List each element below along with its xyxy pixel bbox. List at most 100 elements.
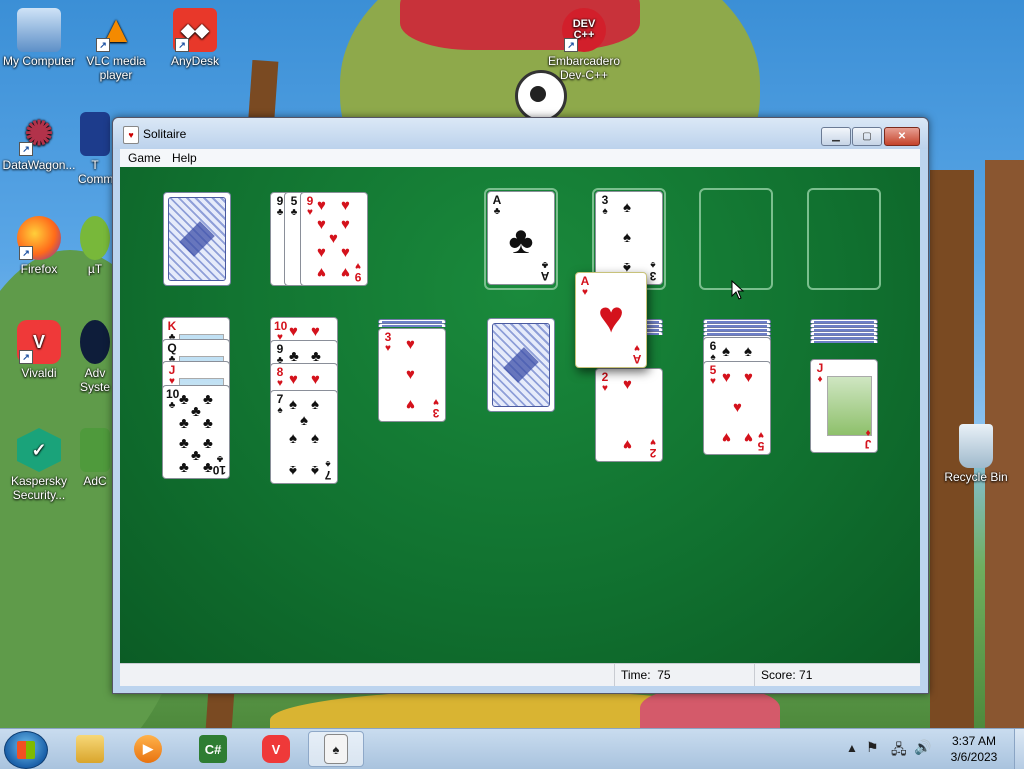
desktop-icon-my-computer[interactable]: My Computer (1, 8, 77, 68)
solitaire-app-icon: ♥ (123, 126, 139, 144)
desktop-icon-label: Vivaldi (21, 366, 57, 380)
show-hidden-icons-icon[interactable]: ▲ (846, 741, 858, 755)
tableau-card[interactable]: J ♦ J ♦ (810, 359, 878, 453)
taskbar-media-player[interactable]: ▶ (120, 731, 176, 767)
waste-top-card[interactable]: 9 ♥ ♥ ♥ ♥ ♥ ♥ ♥ ♥ ♥ ♥ 9 ♥ (300, 192, 368, 286)
vlc-cone-icon: ▲ ↗ (96, 9, 135, 52)
shortcut-arrow-icon: ↗ (96, 38, 110, 52)
desktop-icon-label: µT (87, 262, 103, 276)
desktop-icon-vivaldi[interactable]: V ↗ Vivaldi (1, 320, 77, 380)
taskbar-vivaldi[interactable]: V (248, 731, 304, 767)
tableau-card[interactable]: 2 ♥ ♥ ♥ 2 ♥ (595, 368, 663, 462)
folder-icon (76, 735, 104, 763)
desktop-icon-datawagon[interactable]: ✺ ↗ DataWagon... (1, 112, 77, 172)
foundation-card-2[interactable]: 3 ♠ ♠ ♠ ♠ 3 ♠ (595, 191, 663, 285)
status-bar: Time: 75 Score: 71 (120, 663, 920, 686)
time-value: 75 (657, 668, 671, 682)
desktop-icon-label: AdC (83, 474, 107, 488)
clock-time: 3:37 AM (951, 734, 997, 748)
desktop-icon-recycle-bin[interactable]: Recycle Bin (938, 424, 1014, 484)
volume-icon[interactable]: 🔊 (914, 739, 931, 756)
game-table[interactable]: 9 ♣ 5 ♣ 9 ♥ ♥ ♥ ♥ ♥ ♥ ♥ ♥ ♥ ♥ 9 ♥ A ♣ ♣ A ♣ 3 ♠… (120, 167, 920, 663)
system-clock[interactable]: 3:37 AM 3/6/2023 (939, 733, 1009, 765)
vivaldi-icon: V (262, 735, 290, 763)
desktop-icon-label: Firefox (20, 262, 58, 276)
vivaldi-icon: V ↗ (17, 320, 61, 364)
recycle-bin-icon (959, 424, 993, 468)
network-icon[interactable]: 🖧 (891, 739, 907, 763)
taskbar-csharp-ide[interactable]: C# (185, 731, 241, 767)
menu-help[interactable]: Help (172, 151, 197, 165)
solitaire-window: ♥ Solitaire ▁ ▢ ✕ Game Help 9 ♣ 5 ♣ 9 ♥ ♥ ♥… (112, 117, 929, 694)
shortcut-arrow-icon: ↗ (564, 38, 578, 52)
tableau-face-down-card[interactable] (487, 318, 555, 412)
floppy-icon (80, 112, 110, 156)
menu-bar: Game Help (120, 149, 920, 167)
kaspersky-shield-icon: ✓ (17, 428, 61, 472)
wallpaper-pupil (530, 86, 546, 102)
desktop-icon-anydesk[interactable]: ◆◆ ↗ AnyDesk (157, 8, 233, 68)
desktop-icon-label: T Comm (78, 158, 112, 186)
utorrent-icon (80, 216, 110, 260)
taskbar: ▶ C# V ♠ ▲ ⚑ 🖧 🔊 3:37 AM 3/6/2023 (0, 728, 1024, 769)
desktop-icon-vlc[interactable]: ▲ ↗ VLC media player (78, 8, 154, 82)
taskbar-solitaire[interactable]: ♠ (308, 731, 364, 767)
devcpp-icon: DEV C++ ↗ (562, 8, 606, 52)
advanced-system-care-icon (80, 320, 110, 364)
stock-pile[interactable] (163, 192, 231, 286)
close-button[interactable]: ✕ (884, 127, 920, 146)
computer-icon (17, 8, 61, 52)
score-value: 71 (799, 668, 813, 682)
desktop-icon-label: AnyDesk (170, 54, 220, 68)
time-display: Time: 75 (614, 664, 751, 686)
desktop-icon-devcpp[interactable]: DEV C++ ↗ Embarcadero Dev-C++ (546, 8, 622, 82)
face-down-card-edge (378, 323, 446, 327)
tableau-card[interactable]: 3 ♥ ♥ ♥ ♥ 3 ♥ (378, 328, 446, 422)
shortcut-arrow-icon: ↗ (175, 38, 189, 52)
maximize-button[interactable]: ▢ (852, 127, 882, 146)
foundation-slot-4[interactable] (807, 188, 881, 290)
foundation-card-1[interactable]: A ♣ ♣ A ♣ (487, 191, 555, 285)
dragging-card[interactable]: A ♥ ♥ A ♥ (575, 272, 647, 368)
desktop-icon-firefox[interactable]: ↗ Firefox (1, 216, 77, 276)
desktop-icon-kaspersky[interactable]: ✓ Kaspersky Security... (1, 428, 77, 502)
shortcut-arrow-icon: ↗ (19, 246, 33, 260)
action-center-flag-icon[interactable]: ⚑ (866, 739, 879, 756)
minimize-button[interactable]: ▁ (821, 127, 851, 146)
tableau-card[interactable]: 7 ♠ ♠ ♠ ♠ ♠ ♠ ♠ ♠ 7 ♠ (270, 390, 338, 484)
tableau-card[interactable]: 10 ♣ ♣ ♣ ♣ ♣ ♣ ♣ ♣ ♣ ♣ ♣ 10 ♣ (162, 385, 230, 479)
desktop-icon-label: Adv Syste (79, 366, 110, 394)
datawagon-icon: ✺ ↗ (17, 112, 61, 156)
anydesk-icon: ◆◆ ↗ (173, 8, 217, 52)
menu-game[interactable]: Game (128, 151, 161, 165)
desktop-icon-label: My Computer (2, 54, 76, 68)
taskbar-explorer[interactable] (62, 731, 118, 767)
window-title: Solitaire (143, 127, 187, 141)
desktop-icon-advanced-system[interactable]: Adv Syste (78, 320, 112, 394)
clock-date: 3/6/2023 (950, 750, 998, 764)
solitaire-cards-icon: ♠ (324, 734, 348, 764)
show-desktop-button[interactable] (1014, 729, 1024, 769)
mouse-cursor-icon (731, 280, 745, 300)
desktop-icon-adc[interactable]: AdC (78, 428, 112, 488)
adc-icon (80, 428, 110, 472)
start-button[interactable] (4, 731, 48, 769)
desktop-icon-utorrent[interactable]: µT (78, 216, 112, 276)
csharp-icon: C# (199, 735, 227, 763)
foundation-slot-3[interactable] (699, 188, 773, 290)
wallpaper-shoe (640, 688, 780, 728)
desktop-icon-label: Recycle Bin (944, 470, 1008, 484)
desktop-icon-label: Embarcadero Dev-C++ (547, 54, 621, 82)
face-down-card-edge (810, 339, 878, 343)
tableau-card[interactable]: 5 ♥ ♥ ♥ ♥ ♥ ♥ 5 ♥ (703, 361, 771, 455)
windows-logo-icon (17, 741, 35, 759)
desktop-icon-label: VLC media player (86, 54, 146, 82)
desktop-icon-label: DataWagon... (2, 158, 76, 172)
shortcut-arrow-icon: ↗ (19, 350, 33, 364)
desktop-icon-tcomm[interactable]: T Comm (78, 112, 112, 186)
media-player-icon: ▶ (134, 735, 162, 763)
shortcut-arrow-icon: ↗ (19, 142, 33, 156)
score-display: Score: 71 (754, 664, 911, 686)
title-bar[interactable]: ♥ Solitaire ▁ ▢ ✕ (113, 118, 928, 149)
desktop-icon-label: Kaspersky Security... (10, 474, 68, 502)
